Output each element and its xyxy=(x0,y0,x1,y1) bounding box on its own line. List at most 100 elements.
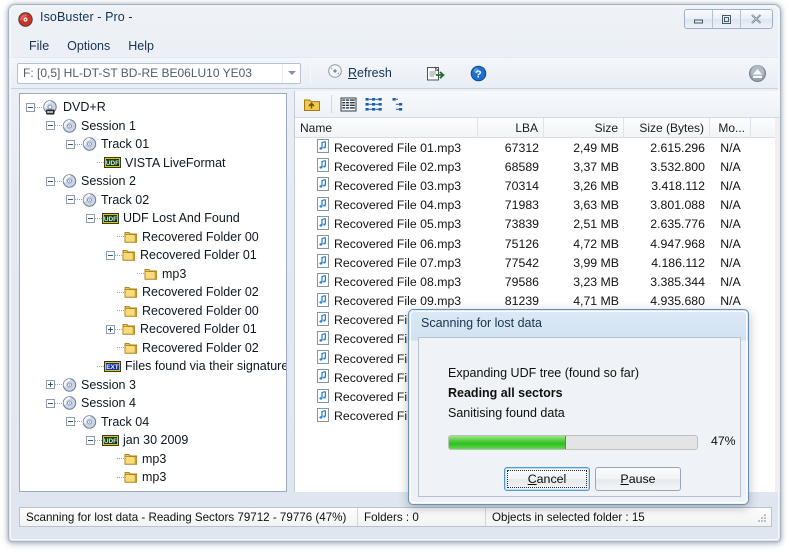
tree-node[interactable]: UDFjan 30 2009 xyxy=(20,431,286,450)
small-tree-view-icon[interactable] xyxy=(392,97,407,112)
column-header-size-bytes[interactable]: Size (Bytes) xyxy=(624,118,710,137)
tree-node[interactable]: Recovered Folder 00 xyxy=(20,228,286,247)
tree-node[interactable]: DVD+R xyxy=(20,98,286,117)
tree-connector xyxy=(75,144,82,145)
dialog-client-area: Expanding UDF tree (found so far) Readin… xyxy=(418,337,741,497)
tree-node[interactable]: Track 02 xyxy=(20,191,286,210)
tree-node[interactable]: Track 04 xyxy=(20,413,286,432)
file-name-cell: Recovered File 06.mp3 xyxy=(295,235,478,252)
music-file-icon xyxy=(317,254,329,271)
file-name-cell: Recovered File 07.mp3 xyxy=(295,254,478,271)
collapse-node-icon[interactable] xyxy=(46,399,55,408)
table-row[interactable]: Recovered File 03.mp3703143,26 MB3.418.1… xyxy=(295,176,780,195)
up-one-folder-icon[interactable] xyxy=(303,96,321,113)
file-name-label: Recovered File 04.mp3 xyxy=(334,198,461,212)
table-row[interactable]: Recovered File 08.mp3795863,23 MB3.385.3… xyxy=(295,272,780,291)
file-lba-cell: 73839 xyxy=(478,217,544,231)
menu-item-help[interactable]: Help xyxy=(119,37,163,55)
collapse-node-icon[interactable] xyxy=(26,103,35,112)
table-row[interactable]: Recovered File 06.mp3751264,72 MB4.947.9… xyxy=(295,234,780,253)
tree-node[interactable]: mp3 xyxy=(20,468,286,487)
minimize-icon[interactable] xyxy=(685,10,713,28)
tree-connector xyxy=(95,440,102,441)
table-row[interactable]: Recovered File 01.mp3673122,49 MB2.615.2… xyxy=(295,138,780,157)
ext-icon: EXT xyxy=(104,361,121,372)
details-view-icon[interactable] xyxy=(340,97,357,112)
dialog-status-line-3: Sanitising found data xyxy=(448,406,565,420)
collapse-node-icon[interactable] xyxy=(46,177,55,186)
file-modified-cell: N/A xyxy=(710,198,751,212)
file-size-cell: 4,72 MB xyxy=(544,237,624,251)
collapse-node-icon[interactable] xyxy=(66,195,75,204)
chevron-down-icon[interactable] xyxy=(282,64,300,83)
tree-node-label: Recovered Folder 02 xyxy=(142,341,259,355)
tree-node[interactable]: Session 4 xyxy=(20,394,286,413)
close-icon[interactable] xyxy=(741,10,772,28)
eject-icon[interactable] xyxy=(748,64,767,88)
refresh-button[interactable]: Refresh xyxy=(323,61,396,85)
music-file-icon xyxy=(317,350,329,367)
expand-node-icon[interactable] xyxy=(46,380,55,389)
file-modified-cell: N/A xyxy=(710,160,751,174)
collapse-node-icon[interactable] xyxy=(46,121,55,130)
tree-connector xyxy=(115,255,122,256)
tree-node[interactable]: Recovered Folder 02 xyxy=(20,283,286,302)
help-question-icon[interactable]: ? xyxy=(470,65,487,82)
collapse-node-icon[interactable] xyxy=(66,140,75,149)
table-row[interactable]: Recovered File 02.mp3685893,37 MB3.532.8… xyxy=(295,157,780,176)
tree-node[interactable]: Recovered Folder 00 xyxy=(20,302,286,321)
svg-text:UDF: UDF xyxy=(104,216,117,223)
column-header-lba[interactable]: LBA xyxy=(478,118,544,137)
tree-connector xyxy=(35,107,42,108)
cancel-button[interactable]: Cancel xyxy=(504,467,590,491)
tree-node[interactable]: mp3 xyxy=(20,487,286,493)
extract-to-file-icon[interactable] xyxy=(426,65,445,82)
tree-node[interactable]: Recovered Folder 01 xyxy=(20,320,286,339)
resize-grip-icon[interactable] xyxy=(755,511,768,524)
column-header-mo[interactable]: Mo... xyxy=(710,118,751,137)
folder-icon xyxy=(124,304,138,318)
column-header-name[interactable]: Name xyxy=(295,118,478,137)
file-list-scrollbar[interactable] xyxy=(775,118,780,492)
menu-item-file[interactable]: File xyxy=(20,37,58,55)
tree-node[interactable]: UDFVISTA LiveFormat xyxy=(20,154,286,173)
collapse-node-icon[interactable] xyxy=(66,417,75,426)
pause-button[interactable]: Pause xyxy=(595,467,681,491)
window-title: IsoBuster - Pro - xyxy=(40,10,133,24)
file-name-label: Recovered File 01.mp3 xyxy=(334,141,461,155)
tree-node[interactable]: EXTFiles found via their signature xyxy=(20,357,286,376)
maximize-icon[interactable] xyxy=(713,10,741,28)
tree-node[interactable]: Session 2 xyxy=(20,172,286,191)
file-lba-cell: 77542 xyxy=(478,256,544,270)
table-row[interactable]: Recovered File 09.mp3812394,71 MB4.935.6… xyxy=(295,292,780,311)
tree-node[interactable]: Session 1 xyxy=(20,117,286,136)
table-row[interactable]: Recovered File 05.mp3738392,51 MB2.635.7… xyxy=(295,215,780,234)
tree-node[interactable]: Recovered Folder 02 xyxy=(20,339,286,358)
music-file-icon xyxy=(317,273,329,290)
folder-icon xyxy=(124,230,138,244)
collapse-node-icon[interactable] xyxy=(86,436,95,445)
svg-text:?: ? xyxy=(475,68,481,80)
column-header-size[interactable]: Size xyxy=(544,118,624,137)
tree-node[interactable]: Recovered Folder 01 xyxy=(20,246,286,265)
file-name-cell: Recovered File 09.mp3 xyxy=(295,293,478,310)
disc-tree-panel[interactable]: DVD+RSession 1Track 01UDFVISTA LiveForma… xyxy=(19,93,287,492)
tree-node[interactable]: mp3 xyxy=(20,265,286,284)
tree-node[interactable]: Track 01 xyxy=(20,135,286,154)
drive-select[interactable]: F: [0,5] HL-DT-ST BD-RE BE06LU10 YE03 xyxy=(17,63,301,84)
menu-item-options[interactable]: Options xyxy=(58,37,119,55)
collapse-node-icon[interactable] xyxy=(86,214,95,223)
tree-node[interactable]: mp3 xyxy=(20,450,286,469)
table-row[interactable]: Recovered File 07.mp3775423,99 MB4.186.1… xyxy=(295,253,780,272)
collapse-node-icon[interactable] xyxy=(106,251,115,260)
tree-node[interactable]: UDFUDF Lost And Found xyxy=(20,209,286,228)
pause-button-label: Pause xyxy=(620,472,655,486)
expand-node-icon[interactable] xyxy=(106,325,115,334)
tree-node[interactable]: Session 3 xyxy=(20,376,286,395)
tree-view-icon[interactable] xyxy=(365,97,384,112)
title-bar[interactable]: IsoBuster - Pro - xyxy=(9,5,780,34)
session-icon xyxy=(62,378,77,392)
table-row[interactable]: Recovered File 04.mp3719833,63 MB3.801.0… xyxy=(295,196,780,215)
music-file-icon xyxy=(317,235,329,252)
status-objects-count: Objects in selected folder : 15 xyxy=(486,508,755,526)
